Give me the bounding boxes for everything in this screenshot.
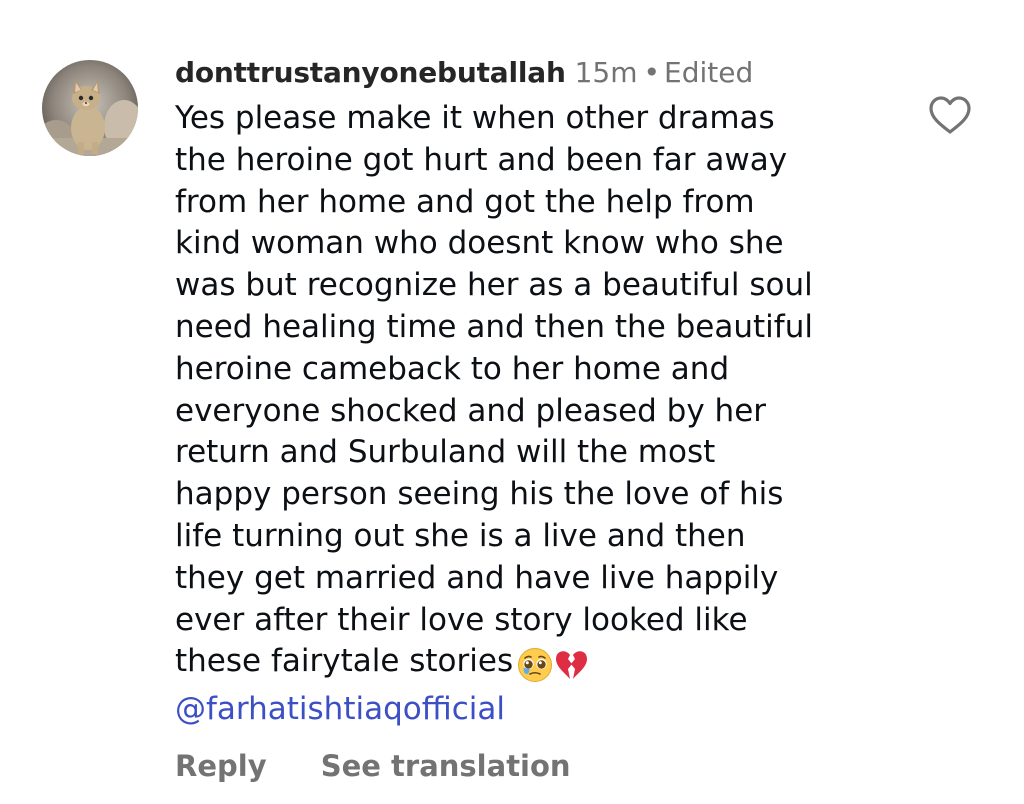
meta-separator: • xyxy=(643,56,661,89)
broken-heart-icon xyxy=(556,651,588,680)
mention-link[interactable]: @farhatishtiaqofficial xyxy=(175,689,915,731)
avatar[interactable] xyxy=(42,60,138,156)
comment-text-line: the heroine got hurt and been far away xyxy=(175,141,788,178)
edited-label: Edited xyxy=(664,56,754,89)
comment-text-last-words: these fairytale stories xyxy=(175,643,514,680)
reply-button[interactable]: Reply xyxy=(175,749,267,783)
comment-actions: Reply See translation xyxy=(175,746,571,786)
comment-text-line: Yes please make it when other dramas xyxy=(175,100,775,136)
username[interactable]: donttrustanyonebutallah xyxy=(175,56,566,89)
comment-text-line: kind woman who doesnt know who she xyxy=(175,225,784,262)
like-button[interactable] xyxy=(928,95,972,135)
cat-avatar-image xyxy=(42,60,138,156)
comment-text-line: from her home and got the help from xyxy=(175,183,755,220)
see-translation-button[interactable]: See translation xyxy=(321,749,571,783)
comment-text-line: ever after their love story looked like xyxy=(175,601,748,638)
comment-text-line: was but recognize her as a beautiful sou… xyxy=(175,267,813,304)
comment-text: Yes please make it when other dramas the… xyxy=(175,98,915,731)
comment-text-line: they get married and have live happily xyxy=(175,559,779,596)
emoji-group xyxy=(517,647,589,689)
comment-text-line: heroine cameback to her home and xyxy=(175,350,730,387)
comment-text-line: return and Surbuland will the most xyxy=(175,434,716,471)
comment-text-line: need healing time and then the beautiful xyxy=(175,308,813,345)
pleading-face-icon xyxy=(518,648,553,683)
comment-body: donttrustanyonebutallah 15m • Edited Yes p… xyxy=(175,54,915,731)
comment-meta: donttrustanyonebutallah 15m • Edited xyxy=(175,54,915,92)
timestamp: 15m xyxy=(574,56,638,89)
comment: donttrustanyonebutallah 15m • Edited Yes p… xyxy=(0,0,1024,804)
comment-text-line: life turning out she is a live and then xyxy=(175,517,746,554)
comment-text-line: everyone shocked and pleased by her xyxy=(175,392,767,429)
heart-outline-icon xyxy=(929,96,971,134)
comment-text-line-last: these fairytale stories xyxy=(175,641,915,689)
comment-text-line: happy person seeing his the love of his xyxy=(175,476,784,513)
